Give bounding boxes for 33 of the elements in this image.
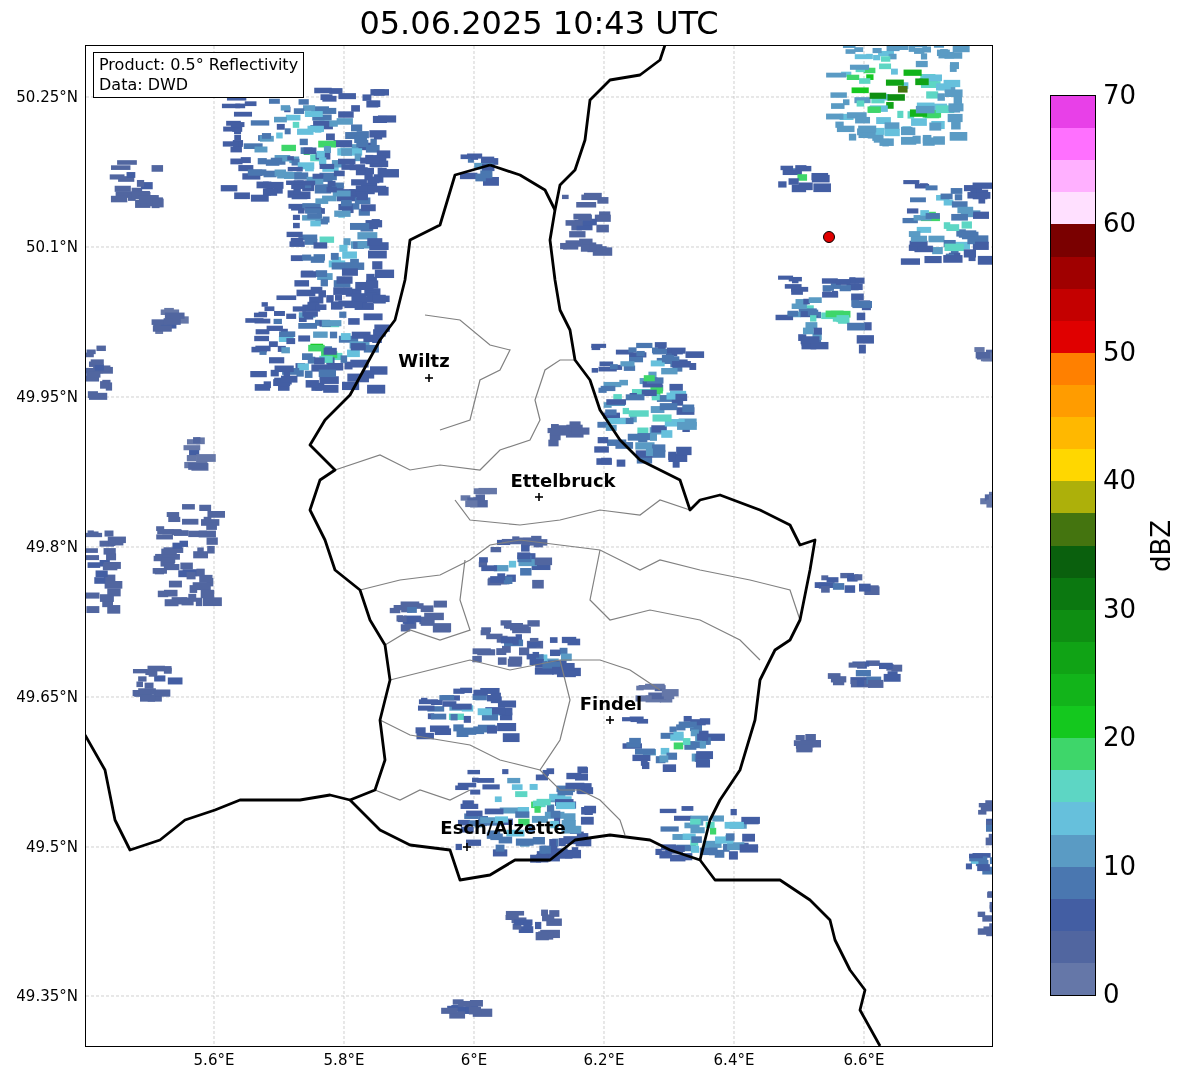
latitude-label: 49.8°N: [25, 539, 78, 555]
chart-title: 05.06.2025 10:43 UTC: [359, 6, 719, 39]
colorbar-tick-label: 60: [1103, 210, 1137, 237]
latitude-label: 49.65°N: [16, 689, 78, 705]
latitude-label: 49.35°N: [16, 988, 78, 1004]
colorbar-tick-label: 30: [1103, 595, 1137, 622]
colorbar-tick-label: 40: [1103, 467, 1137, 494]
city-marker-icon: [462, 842, 472, 852]
longitude-label: 6.6°E: [843, 1053, 885, 1068]
longitude-label: 6.4°E: [713, 1053, 755, 1068]
city-marker-icon: [534, 492, 544, 502]
colorbar-tick-label: 10: [1103, 852, 1137, 879]
city-label: Ettelbruck: [510, 472, 616, 490]
city-label: Wiltz: [398, 352, 450, 370]
longitude-label: 6°E: [460, 1053, 488, 1068]
colorbar-tick-label: 50: [1103, 338, 1137, 365]
colorbar-tick-label: 20: [1103, 724, 1137, 751]
info-text: Product: 0.5° Reflectivity: [99, 55, 299, 75]
latitude-label: 50.1°N: [25, 239, 78, 255]
longitude-label: 6.2°E: [583, 1053, 625, 1068]
radar-site-marker: [823, 231, 835, 243]
longitude-label: 5.6°E: [193, 1053, 235, 1068]
city-marker-icon: [605, 715, 615, 725]
longitude-label: 5.8°E: [323, 1053, 365, 1068]
latitude-label: 50.25°N: [16, 89, 78, 105]
colorbar-label: dBZ: [1148, 519, 1174, 572]
latitude-label: 49.5°N: [25, 839, 78, 855]
info-text: Data: DWD: [99, 75, 190, 95]
city-label: Findel: [579, 695, 643, 713]
colorbar-tick-label: 70: [1103, 82, 1137, 108]
colorbar-tick-label: 0: [1103, 981, 1120, 1007]
latitude-label: 49.95°N: [16, 389, 78, 405]
city-marker-icon: [424, 373, 434, 383]
